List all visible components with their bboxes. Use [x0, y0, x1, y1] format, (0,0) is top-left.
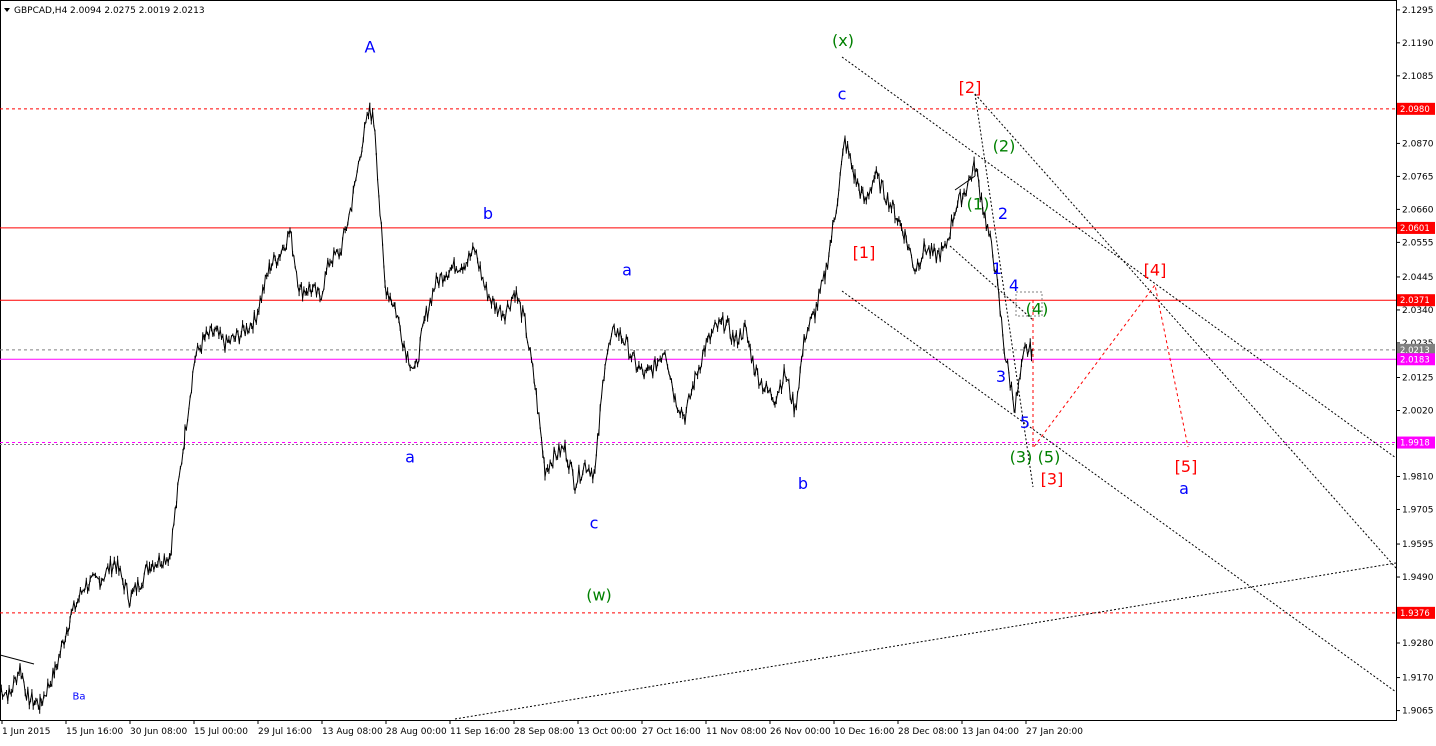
y-tick-label: 2.0020 [1402, 406, 1434, 416]
x-tick-label: 27 Oct 16:00 [642, 727, 701, 737]
wave-label: 3 [996, 367, 1006, 386]
x-tick-label: 10 Dec 16:00 [834, 727, 895, 737]
wave-label: 2 [998, 204, 1008, 223]
y-tick-label: 1.9810 [1402, 472, 1434, 482]
y-tick-label: 1.9705 [1402, 505, 1434, 515]
x-tick-label: 29 Jul 16:00 [258, 727, 312, 737]
x-tick-label: 26 Nov 00:00 [770, 727, 831, 737]
price-tag-label: 1.9376 [1400, 609, 1430, 619]
y-tick-label: 2.1295 [1402, 6, 1434, 16]
y-tick-label: 2.0340 [1402, 306, 1434, 316]
wave-label: a [405, 447, 415, 466]
y-tick-label: 2.0555 [1402, 238, 1434, 248]
x-tick-label: 28 Dec 08:00 [898, 727, 959, 737]
y-tick-label: 2.0765 [1402, 172, 1434, 182]
x-tick-label: 13 Oct 00:00 [578, 727, 637, 737]
y-tick-label: 2.0125 [1402, 373, 1434, 383]
y-tick-label: 1.9065 [1402, 707, 1434, 717]
wave-label: 1 [992, 259, 1002, 278]
price-tag-label: 2.0601 [1400, 224, 1430, 234]
y-tick-label: 1.9280 [1402, 639, 1434, 649]
x-tick-label: 15 Jun 16:00 [66, 727, 123, 737]
x-tick-label: 11 Nov 08:00 [706, 727, 767, 737]
x-tick-label: 13 Jan 04:00 [962, 727, 1019, 737]
y-tick-label: 2.0870 [1402, 139, 1434, 149]
wave-label: c [838, 84, 847, 103]
wave-label: (5) [1038, 447, 1061, 466]
price-tag-label: 2.0980 [1400, 105, 1430, 115]
x-tick-label: 1 Jun 2015 [2, 727, 50, 737]
x-tick-label: 15 Jul 00:00 [194, 727, 248, 737]
price-tag-label: 2.0371 [1400, 296, 1430, 306]
wave-label: a [622, 260, 632, 279]
wave-label: (2) [993, 136, 1016, 155]
price-tag-label: 2.0183 [1400, 355, 1430, 365]
x-tick-label: 28 Sep 08:00 [514, 727, 574, 737]
x-tick-label: 28 Aug 00:00 [386, 727, 447, 737]
wave-label: (x) [832, 31, 854, 50]
y-tick-label: 2.1085 [1402, 72, 1434, 82]
y-tick-label: 2.0660 [1402, 205, 1434, 215]
wave-label: (w) [586, 586, 612, 605]
wave-label: 5 [1020, 413, 1030, 432]
x-tick-label: 27 Jan 20:00 [1026, 727, 1083, 737]
x-tick-label: 13 Aug 08:00 [322, 727, 383, 737]
y-tick-label: 1.9595 [1402, 540, 1434, 550]
wave-label: [1] [853, 243, 876, 262]
chart-header: GBPCAD,H4 2.0094 2.0275 2.0019 2.0213 [4, 6, 205, 16]
price-tag-label: 1.9918 [1400, 439, 1430, 449]
wave-label: A [365, 37, 376, 56]
wave-label: (4) [1026, 300, 1049, 319]
wave-label: [2] [959, 78, 982, 97]
wave-label: (3) [1010, 447, 1033, 466]
chart-background [0, 0, 1436, 742]
price-chart[interactable]: Ab a a c (w) b c (x) [1] [2] (1) (2) 2 14 (4) 3 5 (3) (5) [… [0, 0, 1436, 742]
symbol-label: GBPCAD,H4 [14, 6, 68, 16]
wave-label: b [483, 204, 493, 223]
wave-label: a [1179, 479, 1189, 498]
y-tick-label: 2.1190 [1402, 39, 1434, 49]
x-tick-label: 11 Sep 16:00 [450, 727, 510, 737]
y-tick-label: 1.9490 [1402, 573, 1434, 583]
wave-label: Ba [73, 692, 86, 703]
wave-label: [3] [1041, 469, 1064, 488]
ohlc-values: 2.0094 2.0275 2.0019 2.0213 [70, 6, 205, 16]
chart-window[interactable]: Ab a a c (w) b c (x) [1] [2] (1) (2) 2 1 4 (4) 3 5 (3) (5) [… [0, 0, 1436, 742]
wave-label: c [590, 513, 599, 532]
y-tick-label: 2.0445 [1402, 273, 1434, 283]
wave-label: 4 [1009, 276, 1019, 295]
x-tick-label: 30 Jun 08:00 [130, 727, 187, 737]
wave-label: b [798, 474, 808, 493]
wave-label: [5] [1175, 457, 1198, 476]
y-tick-label: 1.9170 [1402, 674, 1434, 684]
wave-label: [4] [1144, 260, 1167, 279]
wave-label: (1) [967, 194, 990, 213]
